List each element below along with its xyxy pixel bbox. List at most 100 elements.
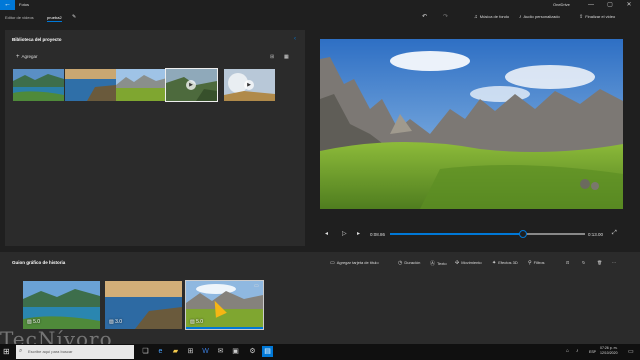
card-duration: ▨ 5.0 <box>190 319 203 325</box>
collapse-chevron-icon[interactable]: ‹ <box>294 36 296 42</box>
music-note-icon: ♫ <box>474 14 478 20</box>
storyboard-card[interactable]: ▨ 3.0 <box>105 281 182 329</box>
3d-effects-label: Efectos 3D <box>498 260 518 265</box>
custom-audio-label: Audio personalizado <box>523 14 560 19</box>
seek-progress <box>390 233 523 235</box>
play-circle-icon: ▶ <box>186 80 196 90</box>
project-library-panel <box>5 30 305 246</box>
back-button[interactable]: ← <box>0 0 15 10</box>
finish-video-label: Finalizar el video <box>585 14 616 19</box>
play-icon[interactable]: ▷ <box>342 230 347 237</box>
close-button[interactable]: ✕ <box>622 1 636 9</box>
list-view-icon[interactable]: ▦ <box>284 54 289 60</box>
rotate-icon[interactable]: ↻ <box>582 260 585 265</box>
resize-icon[interactable]: ⊡ <box>566 260 569 265</box>
motion-icon: ✣ <box>455 260 460 266</box>
storyboard-card-selected[interactable]: ▭ ▨ 5.0 <box>185 280 264 330</box>
step-forward-icon[interactable]: ▸ <box>357 230 360 237</box>
audio-icon: ♪ <box>519 14 522 20</box>
rewind-icon[interactable]: ◂ <box>325 230 328 237</box>
library-item-cliff-video[interactable]: ▶ <box>165 68 218 102</box>
redo-icon[interactable]: ↷ <box>443 13 448 20</box>
total-time: 0:13.00 <box>588 232 604 237</box>
add-title-card-button[interactable]: ▭ Agregar tarjeta de título <box>330 260 379 266</box>
windows-start-icon[interactable]: ⊞ <box>3 347 10 356</box>
video-preview[interactable] <box>320 39 623 209</box>
motion-button[interactable]: ✣ Movimiento <box>455 260 482 266</box>
text-button[interactable]: Ⓐ Texto <box>430 260 447 267</box>
card-menu-icon[interactable]: ▭ <box>254 283 259 289</box>
mountain-meadow-image <box>320 39 623 209</box>
text-label: Texto <box>437 261 447 266</box>
filters-button[interactable]: ⚲ Filtros <box>528 260 545 266</box>
undo-icon[interactable]: ↶ <box>422 13 427 20</box>
finish-video-button[interactable]: ⇪ Finalizar el video <box>579 14 615 20</box>
onedrive-label[interactable]: OneDrive <box>553 2 570 7</box>
motion-label: Movimiento <box>461 260 482 265</box>
filters-label: Filtros <box>533 260 545 265</box>
playback-controls <box>320 228 623 242</box>
more-options-icon[interactable]: ⋯ <box>612 260 616 265</box>
breadcrumb-parent[interactable]: Editor de videos <box>5 15 34 20</box>
minimize-button[interactable]: — <box>584 1 598 9</box>
library-item-lake[interactable] <box>13 69 64 101</box>
library-item-sky-video[interactable]: ▶ <box>224 69 275 101</box>
current-time: 0:08.86 <box>370 232 386 237</box>
card-duration-value: 5.0 <box>196 319 204 325</box>
custom-audio-button[interactable]: ♪ Audio personalizado <box>519 14 560 20</box>
word-icon[interactable]: W <box>200 346 211 357</box>
photos-app-icon[interactable]: ▤ <box>262 346 273 357</box>
store-icon[interactable]: ⊞ <box>185 346 196 357</box>
notifications-icon[interactable]: ▭ <box>628 348 634 355</box>
background-music-button[interactable]: ♫ Música de fondo <box>474 14 509 20</box>
taskbar-search-input[interactable]: Escribe aquí para buscar <box>16 345 134 359</box>
valley-thumbnail <box>116 69 167 101</box>
clock-icon: ◷ <box>398 260 403 266</box>
background-music-label: Música de fondo <box>479 14 510 19</box>
camera-icon[interactable]: ▣ <box>230 346 241 357</box>
add-title-card-label: Agregar tarjeta de título <box>336 260 379 265</box>
coast-thumbnail <box>65 69 116 101</box>
title-card-icon: ▭ <box>330 260 335 266</box>
settings-icon[interactable]: ⚙ <box>247 346 258 357</box>
storyboard-title: Guion gráfico de historia <box>12 260 66 265</box>
add-media-label: Agregar <box>21 54 38 59</box>
app-title: Fotos <box>19 2 30 7</box>
duration-label: Duración <box>404 260 421 265</box>
text-icon: Ⓐ <box>430 261 436 267</box>
storyboard-card[interactable]: ▨ 5.0 <box>23 281 100 329</box>
delete-icon[interactable]: 🗑 <box>597 260 602 265</box>
3d-effects-icon: ✦ <box>492 260 497 266</box>
rename-pencil-icon[interactable]: ✎ <box>72 14 76 20</box>
library-item-coast[interactable] <box>65 69 116 101</box>
library-title: Biblioteca del proyecto <box>12 37 62 42</box>
title-bar <box>0 0 640 10</box>
clock-date: 12/10/2020 <box>600 351 618 355</box>
card-duration-value: 3.0 <box>115 319 123 325</box>
duration-button[interactable]: ◷ Duración <box>398 260 420 266</box>
seek-handle[interactable] <box>518 230 527 238</box>
play-circle-icon: ▶ <box>244 80 254 90</box>
edge-icon[interactable]: e <box>155 346 166 357</box>
grid-view-icon[interactable]: ⊞ <box>270 54 274 60</box>
card-duration: ▨ 3.0 <box>109 319 122 325</box>
lake-thumbnail <box>13 69 64 101</box>
language-indicator[interactable]: ESP <box>589 350 596 354</box>
network-icon[interactable]: ⌂ <box>566 348 569 354</box>
fullscreen-icon[interactable]: ⤢ <box>612 230 617 237</box>
plus-icon: + <box>16 54 20 60</box>
card-duration: ▨ 5.0 <box>27 319 40 325</box>
task-view-icon[interactable]: ❏ <box>140 346 151 357</box>
3d-effects-button[interactable]: ✦ Efectos 3D <box>492 260 518 266</box>
volume-icon[interactable]: ♪ <box>576 348 579 354</box>
export-icon: ⇪ <box>579 14 584 20</box>
filter-icon: ⚲ <box>528 260 532 266</box>
file-explorer-icon[interactable]: ▰ <box>170 346 181 357</box>
breadcrumb-current[interactable]: prueba2 <box>47 15 62 22</box>
add-media-button[interactable]: + Agregar <box>16 54 38 60</box>
mail-icon[interactable]: ✉ <box>215 346 226 357</box>
taskbar-clock[interactable]: 07:26 p. m. 12/10/2020 <box>600 346 618 356</box>
card-duration-value: 5.0 <box>33 319 41 325</box>
maximize-button[interactable]: ▢ <box>603 1 617 9</box>
library-item-valley[interactable] <box>116 69 167 101</box>
